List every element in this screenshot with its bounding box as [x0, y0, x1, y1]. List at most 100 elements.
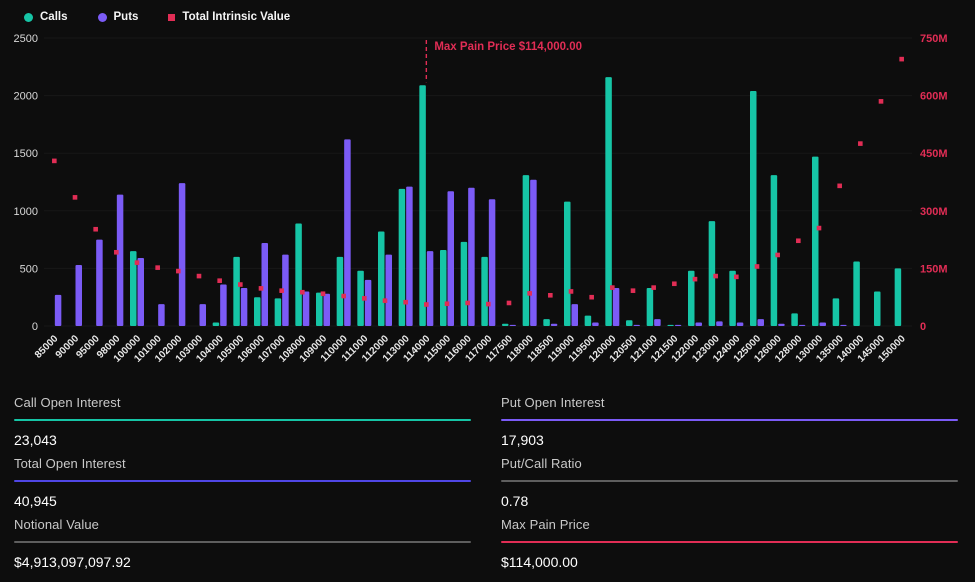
puts-bar[interactable] — [613, 288, 620, 326]
calls-bar[interactable] — [874, 291, 881, 326]
intrinsic-value-point[interactable] — [755, 264, 760, 269]
intrinsic-value-point[interactable] — [631, 288, 636, 293]
puts-bar[interactable] — [427, 251, 434, 326]
calls-bar[interactable] — [750, 91, 757, 326]
puts-bar[interactable] — [696, 323, 703, 326]
puts-bar[interactable] — [365, 280, 372, 326]
puts-bar[interactable] — [778, 324, 785, 326]
intrinsic-value-point[interactable] — [651, 285, 656, 290]
intrinsic-value-point[interactable] — [858, 141, 863, 146]
legend-item-calls[interactable]: Calls — [24, 12, 68, 24]
calls-bar[interactable] — [481, 257, 488, 326]
puts-bar[interactable] — [96, 240, 103, 326]
calls-bar[interactable] — [419, 85, 426, 326]
intrinsic-value-point[interactable] — [300, 290, 305, 295]
intrinsic-value-point[interactable] — [837, 184, 842, 189]
puts-bar[interactable] — [634, 325, 641, 326]
intrinsic-value-point[interactable] — [465, 301, 470, 306]
intrinsic-value-point[interactable] — [52, 159, 57, 164]
calls-bar[interactable] — [378, 232, 385, 326]
calls-bar[interactable] — [523, 175, 530, 326]
puts-bar[interactable] — [758, 319, 765, 326]
calls-bar[interactable] — [254, 297, 261, 326]
intrinsic-value-point[interactable] — [734, 275, 739, 280]
intrinsic-value-point[interactable] — [693, 277, 698, 282]
calls-bar[interactable] — [709, 221, 716, 326]
intrinsic-value-point[interactable] — [796, 238, 801, 243]
calls-bar[interactable] — [564, 202, 571, 326]
intrinsic-value-point[interactable] — [135, 260, 140, 265]
calls-bar[interactable] — [791, 313, 798, 326]
puts-bar[interactable] — [241, 288, 248, 326]
legend-item-puts[interactable]: Puts — [98, 12, 139, 24]
calls-bar[interactable] — [833, 298, 840, 326]
puts-bar[interactable] — [489, 199, 496, 326]
puts-bar[interactable] — [716, 321, 723, 326]
calls-bar[interactable] — [895, 268, 902, 326]
intrinsic-value-point[interactable] — [445, 301, 450, 306]
intrinsic-value-point[interactable] — [899, 57, 904, 62]
puts-bar[interactable] — [117, 195, 124, 326]
intrinsic-value-point[interactable] — [383, 298, 388, 303]
puts-bar[interactable] — [675, 325, 682, 326]
intrinsic-value-point[interactable] — [610, 285, 615, 290]
puts-bar[interactable] — [262, 243, 269, 326]
calls-bar[interactable] — [626, 320, 633, 326]
intrinsic-value-point[interactable] — [176, 269, 181, 274]
intrinsic-value-point[interactable] — [817, 226, 822, 231]
intrinsic-value-point[interactable] — [548, 293, 553, 298]
intrinsic-value-point[interactable] — [527, 291, 532, 296]
puts-bar[interactable] — [138, 258, 145, 326]
intrinsic-value-point[interactable] — [114, 250, 119, 255]
puts-bar[interactable] — [840, 325, 847, 326]
puts-bar[interactable] — [654, 319, 661, 326]
intrinsic-value-point[interactable] — [259, 286, 264, 291]
puts-bar[interactable] — [551, 324, 558, 326]
puts-bar[interactable] — [468, 188, 475, 326]
intrinsic-value-point[interactable] — [569, 289, 574, 294]
puts-bar[interactable] — [572, 304, 579, 326]
puts-bar[interactable] — [158, 304, 165, 326]
puts-bar[interactable] — [592, 323, 599, 326]
puts-bar[interactable] — [737, 323, 744, 326]
puts-bar[interactable] — [799, 325, 806, 326]
intrinsic-value-point[interactable] — [217, 278, 222, 283]
intrinsic-value-point[interactable] — [507, 301, 512, 306]
calls-bar[interactable] — [812, 157, 819, 326]
calls-bar[interactable] — [213, 323, 220, 326]
calls-bar[interactable] — [771, 175, 778, 326]
puts-bar[interactable] — [220, 285, 227, 326]
intrinsic-value-point[interactable] — [589, 295, 594, 300]
calls-bar[interactable] — [440, 250, 447, 326]
intrinsic-value-point[interactable] — [672, 281, 677, 286]
calls-bar[interactable] — [337, 257, 344, 326]
calls-bar[interactable] — [853, 261, 860, 326]
calls-bar[interactable] — [275, 298, 282, 326]
intrinsic-value-point[interactable] — [321, 291, 326, 296]
puts-bar[interactable] — [303, 291, 310, 326]
puts-bar[interactable] — [820, 323, 827, 326]
calls-bar[interactable] — [316, 293, 323, 326]
puts-bar[interactable] — [530, 180, 537, 326]
calls-bar[interactable] — [399, 189, 406, 326]
intrinsic-value-point[interactable] — [424, 302, 429, 307]
calls-bar[interactable] — [585, 316, 592, 326]
puts-bar[interactable] — [200, 304, 207, 326]
intrinsic-value-point[interactable] — [73, 195, 78, 200]
intrinsic-value-point[interactable] — [197, 274, 202, 279]
intrinsic-value-point[interactable] — [279, 288, 284, 293]
calls-bar[interactable] — [502, 324, 509, 326]
intrinsic-value-point[interactable] — [713, 274, 718, 279]
puts-bar[interactable] — [386, 255, 393, 326]
calls-bar[interactable] — [647, 288, 654, 326]
intrinsic-value-point[interactable] — [879, 99, 884, 104]
calls-bar[interactable] — [667, 325, 674, 326]
intrinsic-value-point[interactable] — [93, 227, 98, 232]
intrinsic-value-point[interactable] — [362, 296, 367, 301]
calls-bar[interactable] — [461, 242, 468, 326]
puts-bar[interactable] — [324, 294, 331, 326]
puts-bar[interactable] — [76, 265, 83, 326]
puts-bar[interactable] — [55, 295, 62, 326]
intrinsic-value-point[interactable] — [403, 300, 408, 305]
calls-bar[interactable] — [295, 223, 302, 326]
